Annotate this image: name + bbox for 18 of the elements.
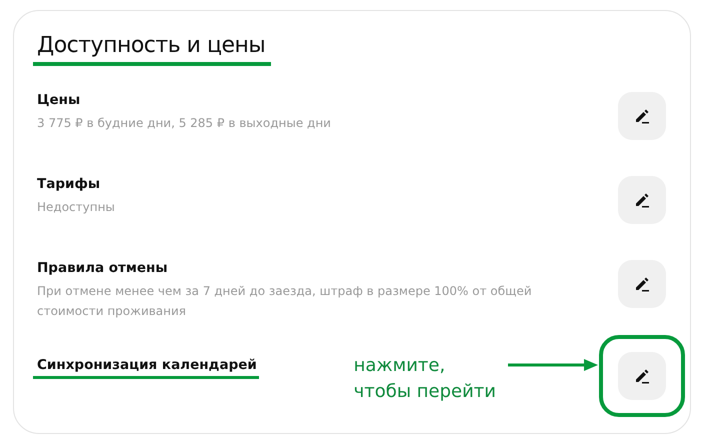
pencil-icon: [634, 368, 650, 384]
setting-description: Недоступны: [37, 199, 116, 216]
setting-title: Тарифы: [37, 176, 100, 192]
section-heading: Доступность и цены: [33, 33, 272, 66]
setting-title: Синхронизация календарей: [33, 357, 259, 379]
callout-text: нажмите, чтобы перейти: [354, 354, 496, 404]
setting-title: Цены: [37, 92, 80, 108]
setting-description: При отмене менее чем за 7 дней до заезда, штраф в размере 100% от общей стоимости проживания: [37, 283, 533, 320]
setting-title: Правила отмены: [37, 260, 168, 276]
edit-button[interactable]: [618, 92, 666, 140]
arrow-icon: [508, 358, 598, 372]
setting-description: 3 775 ₽ в будние дни, 5 285 ₽ в выходные дни: [37, 115, 332, 132]
edit-button[interactable]: [618, 176, 666, 224]
edit-button[interactable]: [618, 260, 666, 308]
pencil-icon: [634, 276, 650, 292]
pencil-icon: [634, 192, 650, 208]
edit-button[interactable]: [618, 352, 666, 400]
pencil-icon: [634, 108, 650, 124]
